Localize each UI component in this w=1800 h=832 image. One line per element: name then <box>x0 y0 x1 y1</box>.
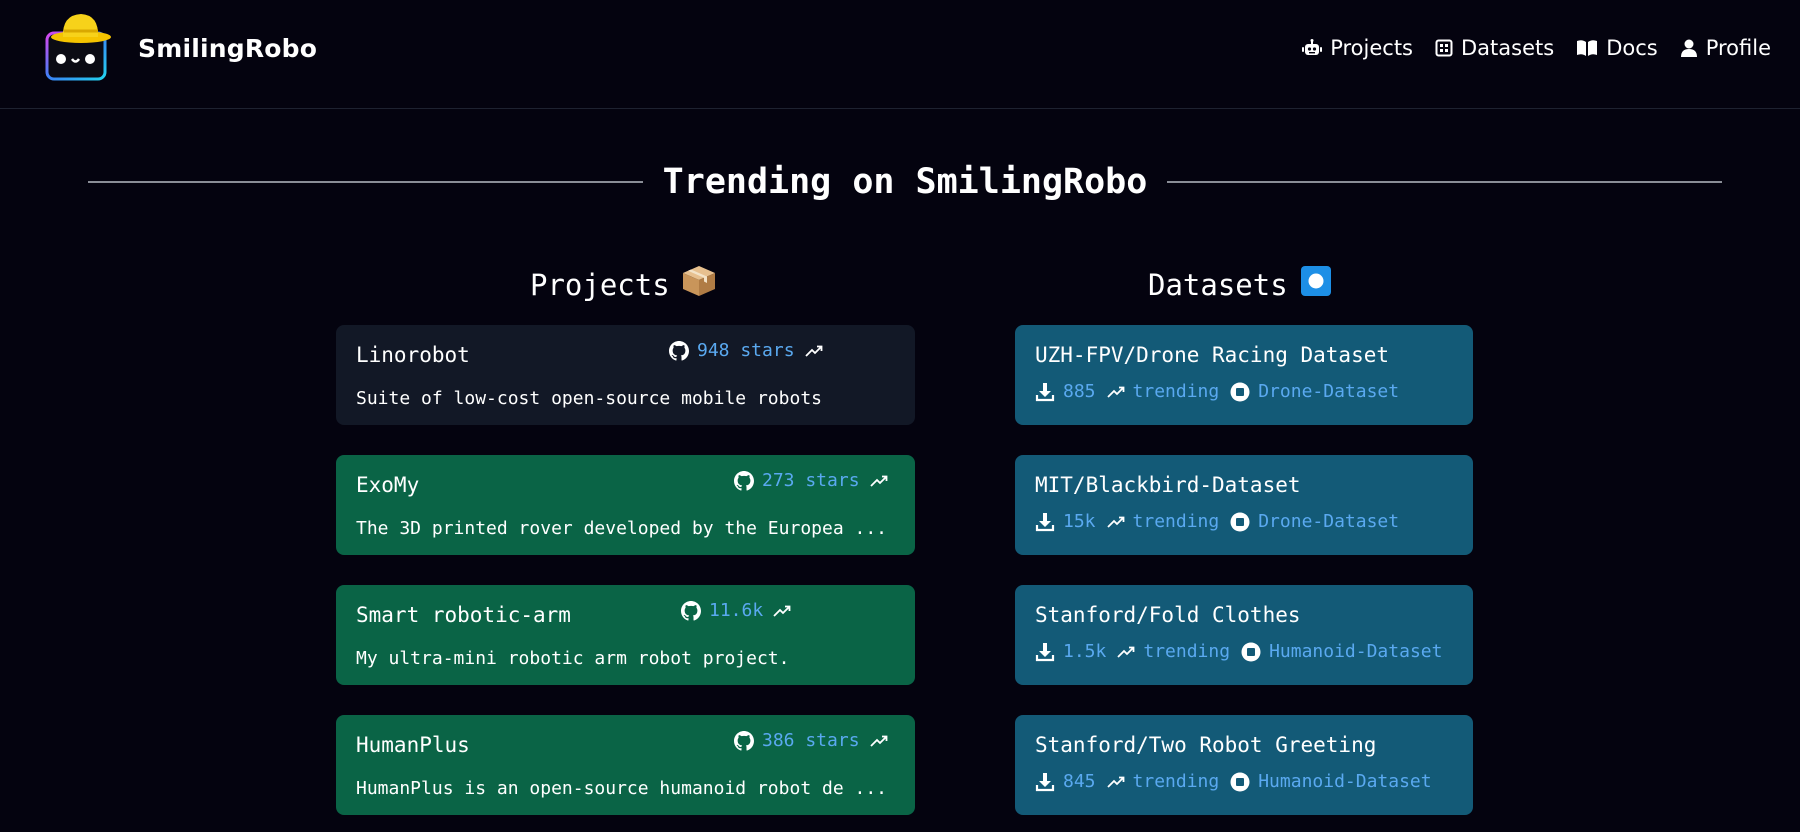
download-icon <box>1035 512 1055 532</box>
top-navbar: SmilingRobo Projects Datasets Docs Profi… <box>0 0 1800 109</box>
nav-datasets[interactable]: Datasets <box>1435 36 1554 60</box>
dataset-tag[interactable]: Drone-Dataset <box>1258 511 1399 532</box>
project-stars-count: 273 stars <box>762 470 860 491</box>
projects-heading-label: Projects <box>530 267 670 302</box>
trending-up-icon <box>804 345 822 357</box>
nav-docs[interactable]: Docs <box>1576 36 1658 60</box>
trending-heading-row: Trending on SmilingRobo <box>88 157 1722 207</box>
dataset-card-uzh-fpv[interactable]: UZH-FPV/Drone Racing Dataset 885 trendin… <box>1015 325 1473 425</box>
dataset-trend-label: trending <box>1132 771 1220 792</box>
project-description: The 3D printed rover developed by the Eu… <box>356 518 888 539</box>
main-nav: Projects Datasets Docs Profile <box>1280 36 1771 60</box>
dataset-tag-icon <box>1241 642 1261 662</box>
project-name: Linorobot <box>356 343 470 367</box>
dataset-trend-label: trending <box>1132 381 1220 402</box>
dataset-downloads: 1.5k <box>1063 641 1107 662</box>
project-description: Suite of low-cost open-source mobile rob… <box>356 388 822 409</box>
project-description: My ultra-mini robotic arm robot project. <box>356 648 790 669</box>
dataset-card-stanford-fold-clothes[interactable]: Stanford/Fold Clothes 1.5k trending Huma… <box>1015 585 1473 685</box>
dataset-name: Stanford/Fold Clothes <box>1035 603 1301 627</box>
project-card-exomy[interactable]: ExoMy 273 stars The 3D printed rover dev… <box>336 455 915 555</box>
trending-up-icon <box>1106 776 1125 788</box>
dataset-downloads: 15k <box>1063 511 1096 532</box>
download-icon <box>1035 382 1055 402</box>
user-icon <box>1680 39 1697 57</box>
package-icon <box>682 265 716 304</box>
dataset-downloads: 845 <box>1063 771 1096 792</box>
smilingrobo-logo[interactable] <box>43 11 115 83</box>
robot-icon <box>1302 39 1323 55</box>
dataset-meta: 15k trending Drone-Dataset <box>1035 511 1399 532</box>
divider-left <box>88 181 643 183</box>
github-icon <box>734 730 754 751</box>
project-stars-count: 11.6k <box>709 600 764 621</box>
divider-right <box>1167 181 1722 183</box>
trending-up-icon <box>1106 386 1125 398</box>
project-description: HumanPlus is an open-source humanoid rob… <box>356 778 888 799</box>
dataset-meta: 1.5k trending Humanoid-Dataset <box>1035 641 1442 662</box>
nav-datasets-label: Datasets <box>1461 36 1555 60</box>
projects-heading: Projects <box>530 265 716 304</box>
dataset-tag-icon <box>1230 512 1250 532</box>
nav-docs-label: Docs <box>1606 36 1658 60</box>
github-icon <box>681 600 701 621</box>
download-icon <box>1035 772 1055 792</box>
datasets-heading-label: Datasets <box>1148 267 1288 302</box>
trending-up-icon <box>1106 516 1125 528</box>
grid-icon <box>1435 39 1453 57</box>
dataset-tag[interactable]: Humanoid-Dataset <box>1269 641 1442 662</box>
dataset-meta: 845 trending Humanoid-Dataset <box>1035 771 1432 792</box>
nav-profile-label: Profile <box>1705 36 1771 60</box>
project-stars-count: 386 stars <box>762 730 860 751</box>
datasets-heading: Datasets <box>1148 265 1332 304</box>
nav-projects-label: Projects <box>1330 36 1413 60</box>
dataset-card-mit-blackbird[interactable]: MIT/Blackbird-Dataset 15k trending Drone… <box>1015 455 1473 555</box>
project-stars[interactable]: 273 stars <box>734 470 888 491</box>
project-card-linorobot[interactable]: Linorobot 948 stars Suite of low-cost op… <box>336 325 915 425</box>
nav-projects[interactable]: Projects <box>1302 36 1413 60</box>
project-stars[interactable]: 11.6k <box>681 600 791 621</box>
project-name: ExoMy <box>356 473 420 497</box>
brand-name[interactable]: SmilingRobo <box>138 34 317 63</box>
dataset-downloads: 885 <box>1063 381 1096 402</box>
github-icon <box>734 470 754 491</box>
dataset-trend-label: trending <box>1143 641 1231 662</box>
dataset-name: MIT/Blackbird-Dataset <box>1035 473 1301 497</box>
dataset-meta: 885 trending Drone-Dataset <box>1035 381 1399 402</box>
project-name: Smart robotic-arm <box>356 603 571 627</box>
dataset-tag[interactable]: Drone-Dataset <box>1258 381 1399 402</box>
project-card-humanplus[interactable]: HumanPlus 386 stars HumanPlus is an open… <box>336 715 915 815</box>
trending-up-icon <box>773 605 791 617</box>
trending-up-icon <box>869 475 887 487</box>
download-icon <box>1035 642 1055 662</box>
trending-up-icon <box>1117 646 1135 658</box>
project-stars[interactable]: 948 stars <box>669 340 823 361</box>
dataset-tag-icon <box>1230 772 1250 792</box>
dataset-tag-icon <box>1230 382 1250 402</box>
project-name: HumanPlus <box>356 733 470 757</box>
dataset-name: UZH-FPV/Drone Racing Dataset <box>1035 343 1390 367</box>
trending-title: Trending on SmilingRobo <box>662 162 1148 202</box>
nav-profile[interactable]: Profile <box>1680 36 1771 60</box>
dataset-name: Stanford/Two Robot Greeting <box>1035 733 1377 757</box>
github-icon <box>669 340 689 361</box>
dataset-card-stanford-two-robot-greeting[interactable]: Stanford/Two Robot Greeting 845 trending… <box>1015 715 1473 815</box>
project-stars-count: 948 stars <box>697 340 795 361</box>
book-icon <box>1577 40 1598 56</box>
project-stars[interactable]: 386 stars <box>734 730 888 751</box>
dataset-tag[interactable]: Humanoid-Dataset <box>1258 771 1431 792</box>
record-button-icon <box>1300 265 1332 304</box>
trending-up-icon <box>869 735 887 747</box>
project-card-smart-robotic-arm[interactable]: Smart robotic-arm 11.6k My ultra-mini ro… <box>336 585 915 685</box>
dataset-trend-label: trending <box>1132 511 1220 532</box>
